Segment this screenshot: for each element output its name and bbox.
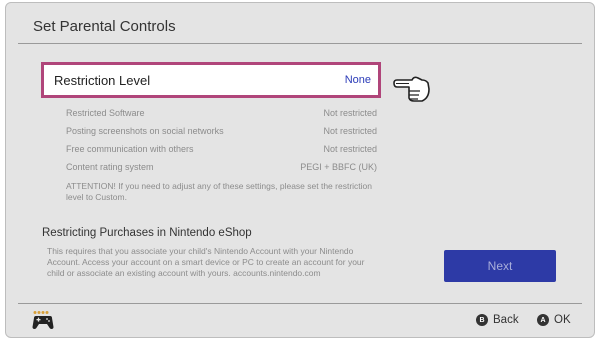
back-button[interactable]: B Back — [476, 314, 519, 326]
restriction-level-label: Restriction Level — [54, 72, 151, 88]
setting-row-free-communication: Free communication with others Not restr… — [66, 144, 377, 154]
restriction-level-selector[interactable]: Restriction Level None — [41, 62, 381, 98]
setting-row-restricted-software: Restricted Software Not restricted — [66, 108, 377, 118]
setting-value: PEGI + BBFC (UK) — [300, 162, 377, 172]
next-button[interactable]: Next — [444, 250, 556, 282]
setting-row-posting-screenshots: Posting screenshots on social networks N… — [66, 126, 377, 136]
back-label: Back — [493, 314, 519, 326]
pointing-hand-icon — [393, 76, 430, 102]
setting-label: Content rating system — [66, 162, 154, 172]
setting-value: Not restricted — [323, 144, 377, 154]
setting-label: Posting screenshots on social networks — [66, 126, 224, 136]
setting-label: Restricted Software — [66, 108, 145, 118]
restriction-level-value: None — [344, 74, 371, 86]
setting-row-content-rating: Content rating system PEGI + BBFC (UK) — [66, 162, 377, 172]
controller-icon — [32, 311, 54, 329]
a-button-icon: A — [537, 314, 549, 326]
parental-controls-screen: Set Parental Controls Restriction Level … — [5, 2, 595, 338]
purchases-section-title: Restricting Purchases in Nintendo eShop — [42, 227, 252, 239]
setting-label: Free communication with others — [66, 144, 194, 154]
setting-value: Not restricted — [323, 126, 377, 136]
setting-value: Not restricted — [323, 108, 377, 118]
purchases-section-description: This requires that you associate your ch… — [47, 246, 365, 278]
b-button-icon: B — [476, 314, 488, 326]
header-divider — [18, 43, 582, 44]
page-title: Set Parental Controls — [33, 18, 176, 35]
attention-note: ATTENTION! If you need to adjust any of … — [66, 181, 372, 202]
ok-button[interactable]: A OK — [537, 314, 571, 326]
footer-divider — [18, 303, 582, 304]
ok-label: OK — [554, 314, 571, 326]
